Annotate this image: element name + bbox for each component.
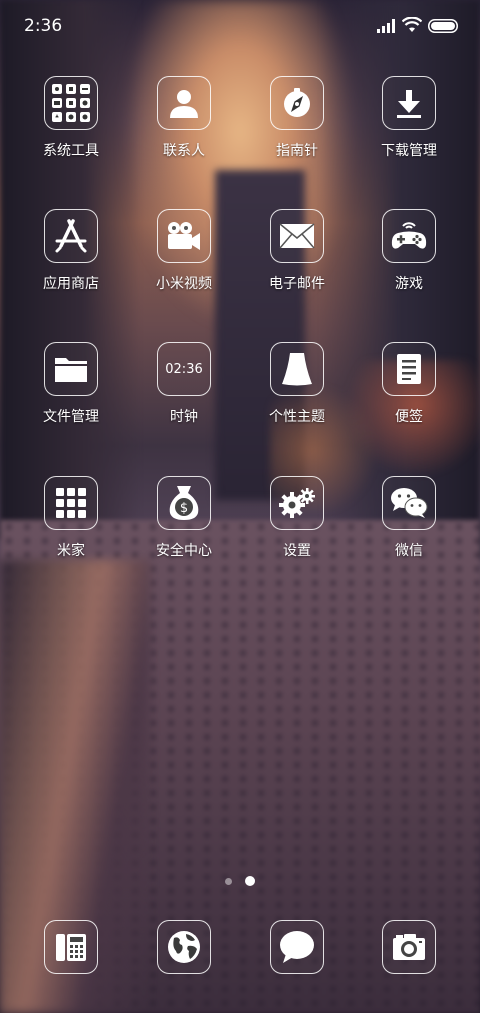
app-label: 时钟 xyxy=(170,409,198,425)
app-label: 系统工具 xyxy=(43,143,99,159)
download-icon xyxy=(382,76,436,130)
app-label: 联系人 xyxy=(163,143,205,159)
app-label: 米家 xyxy=(57,543,85,559)
email-icon xyxy=(270,209,324,263)
dock-messages[interactable] xyxy=(242,920,352,974)
messages-icon xyxy=(270,920,324,974)
contacts-icon xyxy=(157,76,211,130)
app-compass[interactable]: 指南针 xyxy=(242,76,352,160)
money-bag-icon: $ xyxy=(157,476,211,530)
compass-icon xyxy=(270,76,324,130)
app-label: 个性主题 xyxy=(269,409,325,425)
app-wechat[interactable]: 微信 xyxy=(354,476,464,560)
dock-phone[interactable] xyxy=(16,920,126,974)
page-dot-active[interactable] xyxy=(245,876,256,886)
app-label: 电子邮件 xyxy=(269,276,325,292)
theme-icon xyxy=(270,342,324,396)
app-label: 微信 xyxy=(395,543,423,559)
app-security-center[interactable]: $ 安全中心 xyxy=(129,476,239,560)
svg-text:$: $ xyxy=(180,501,188,516)
app-label: 游戏 xyxy=(395,276,423,292)
wechat-icon xyxy=(382,476,436,530)
app-mi-video[interactable]: 小米视频 xyxy=(129,209,239,293)
app-email[interactable]: 电子邮件 xyxy=(242,209,352,293)
app-label: 安全中心 xyxy=(156,543,212,559)
page-indicator[interactable] xyxy=(0,870,480,889)
app-mi-home[interactable]: 米家 xyxy=(16,476,126,560)
gears-icon xyxy=(270,476,324,530)
notes-icon xyxy=(382,342,436,396)
dock-browser[interactable] xyxy=(129,920,239,974)
page-dot[interactable] xyxy=(224,878,232,885)
clock-display: 02:36 xyxy=(165,361,203,377)
status-bar: 2:36 xyxy=(0,0,480,52)
folder-icon xyxy=(44,342,98,396)
grid-icon xyxy=(44,476,98,530)
app-label: 便签 xyxy=(395,409,423,425)
dock-camera[interactable] xyxy=(354,920,464,974)
app-clock[interactable]: 02:36 时钟 xyxy=(129,342,239,426)
signal-icon xyxy=(377,19,395,33)
camera-icon xyxy=(382,920,436,974)
app-app-store[interactable]: 应用商店 xyxy=(16,209,126,293)
app-label: 设置 xyxy=(283,543,311,559)
app-store-icon xyxy=(44,209,98,263)
app-downloads[interactable]: 下载管理 xyxy=(354,76,464,160)
system-tools-folder-icon xyxy=(44,76,98,130)
clock-icon: 02:36 xyxy=(157,342,211,396)
app-system-tools[interactable]: 系统工具 xyxy=(16,76,126,160)
phone-icon xyxy=(44,920,98,974)
app-label: 应用商店 xyxy=(43,276,99,292)
battery-icon xyxy=(428,19,458,33)
browser-globe-icon xyxy=(157,920,211,974)
video-camera-icon xyxy=(157,209,211,263)
app-contacts[interactable]: 联系人 xyxy=(129,76,239,160)
app-notes[interactable]: 便签 xyxy=(354,342,464,426)
app-games[interactable]: 游戏 xyxy=(354,209,464,293)
status-time: 2:36 xyxy=(24,16,63,36)
wifi-icon xyxy=(402,17,422,32)
app-label: 下载管理 xyxy=(381,143,437,159)
app-label: 文件管理 xyxy=(43,409,99,425)
app-file-manager[interactable]: 文件管理 xyxy=(16,342,126,426)
app-settings[interactable]: 设置 xyxy=(242,476,352,560)
gamepad-icon xyxy=(382,209,436,263)
app-themes[interactable]: 个性主题 xyxy=(242,342,352,426)
app-label: 小米视频 xyxy=(156,276,212,292)
app-label: 指南针 xyxy=(276,143,318,159)
